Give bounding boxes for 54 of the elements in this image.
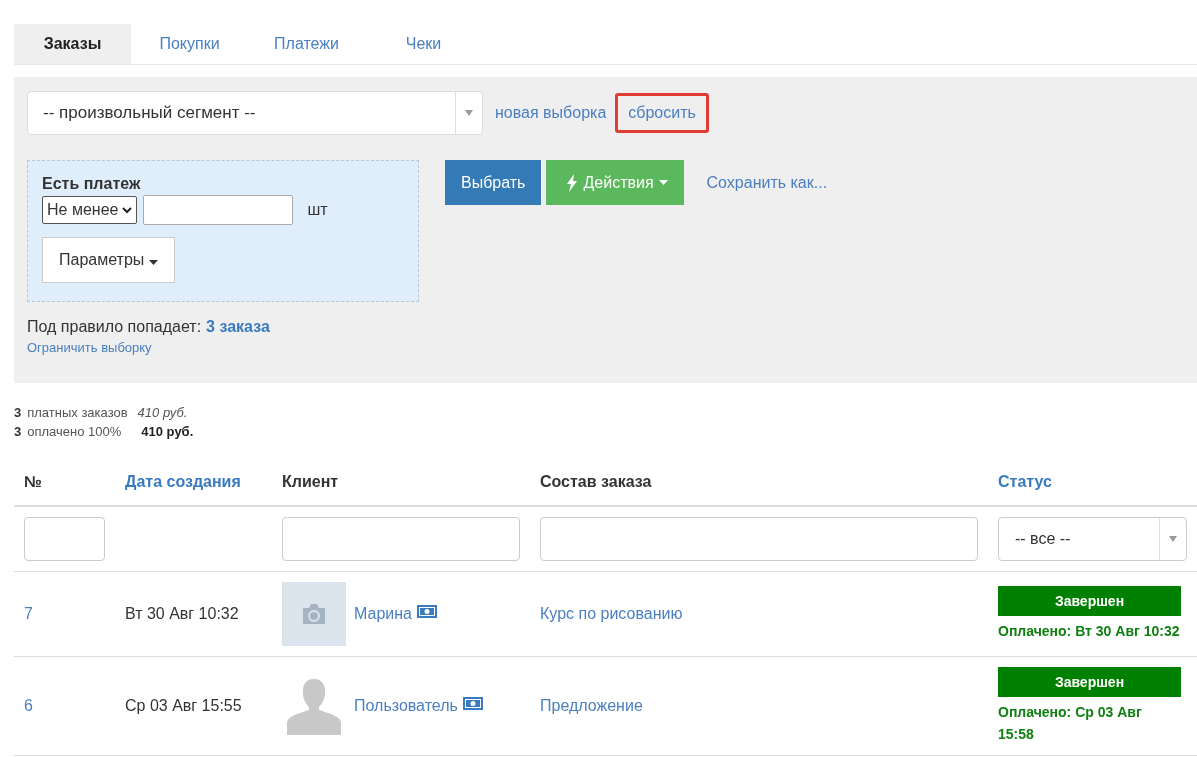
limit-selection-link[interactable]: Ограничить выборку	[27, 340, 1184, 355]
actions-button[interactable]: Действия	[546, 160, 684, 205]
select-button[interactable]: Выбрать	[445, 160, 542, 205]
paid-date: Оплачено: Вт 30 Авг 10:32	[998, 622, 1181, 641]
save-as-link[interactable]: Сохранить как...	[706, 160, 828, 205]
chevron-down-icon	[122, 206, 133, 214]
summary-count: 3	[14, 423, 22, 441]
unit-label: шт	[307, 201, 328, 219]
caret-icon	[658, 180, 668, 185]
operator-dropdown[interactable]: Не менее	[42, 196, 138, 224]
caret-icon	[148, 260, 158, 265]
match-label: Под правило попадает:	[27, 318, 202, 335]
paid-date: Оплачено: Ср 03 Авг 15:58	[998, 703, 1143, 744]
summary-label: платных заказов	[27, 404, 128, 422]
status-filter-dropdown[interactable]: -- все --	[998, 517, 1187, 561]
status-badge: Завершен	[998, 586, 1181, 616]
column-header: №	[24, 473, 42, 490]
summary-label: оплачено 100%	[27, 423, 122, 441]
column-header[interactable]: Статус	[998, 473, 1052, 490]
date-cell: Вт 30 Авг 10:32	[125, 605, 239, 622]
client-link[interactable]: Марина	[354, 605, 412, 623]
reset-link[interactable]: сбросить	[615, 93, 709, 133]
caret-icon	[465, 110, 473, 116]
client-link[interactable]: Пользователь	[354, 697, 458, 715]
tab[interactable]: Заказы	[14, 24, 131, 64]
rule-title: Есть платеж	[42, 175, 142, 193]
column-header[interactable]: Дата создания	[125, 473, 241, 490]
filter-input[interactable]	[282, 517, 520, 561]
banknote-icon	[417, 604, 437, 618]
filter-input[interactable]	[24, 517, 105, 561]
new-selection-link[interactable]: новая выборка	[495, 104, 607, 122]
status-badge: Завершен	[998, 667, 1181, 697]
filter-input[interactable]	[540, 517, 978, 561]
parameters-button[interactable]: Параметры	[42, 237, 175, 283]
tab[interactable]: Чеки	[365, 24, 482, 64]
segment-dropdown[interactable]: -- произвольный сегмент --	[27, 91, 483, 135]
column-header: Состав заказа	[540, 473, 652, 490]
order-items-link[interactable]: Предложение	[540, 697, 643, 714]
caret-icon	[1169, 536, 1177, 542]
summary-amount: 410 руб.	[141, 423, 194, 441]
order-number-link[interactable]: 6	[24, 697, 33, 714]
tab[interactable]: Покупки	[131, 24, 248, 64]
summary-amount: 410 руб.	[137, 404, 188, 422]
tab[interactable]: Платежи	[248, 24, 365, 64]
lightning-icon	[566, 173, 579, 192]
order-number-link[interactable]: 7	[24, 605, 33, 622]
photo-placeholder	[282, 582, 346, 646]
count-input[interactable]	[143, 195, 294, 225]
date-cell: Ср 03 Авг 15:55	[125, 697, 242, 714]
column-header: Клиент	[282, 473, 339, 490]
banknote-icon	[462, 696, 483, 710]
summary-count: 3	[14, 404, 22, 422]
match-count-link[interactable]: 3 заказа	[206, 318, 270, 335]
order-items-link[interactable]: Курс по рисованию	[540, 605, 683, 622]
